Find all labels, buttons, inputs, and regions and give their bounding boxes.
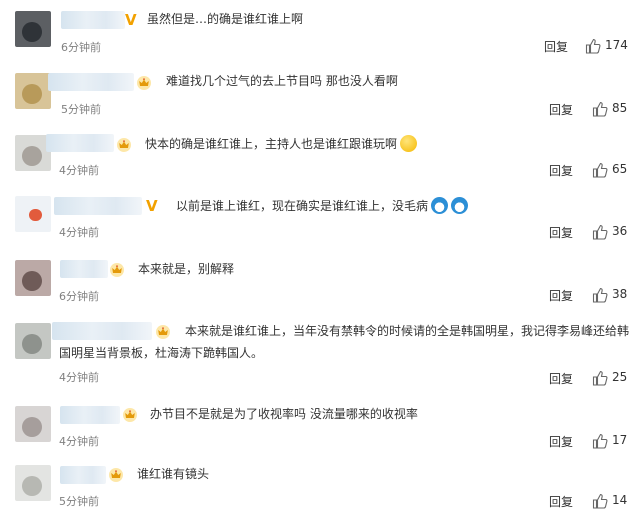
thumbs-up-icon: [592, 287, 608, 303]
comment-text-line2: 国明星当背景板，杜海涛下跪韩国人。: [59, 346, 264, 360]
comment-item: 快本的确是谁红谁上，主持人也是谁红跟谁玩啊 4分钟前 回复 65: [0, 124, 638, 186]
comment-time: 4分钟前: [59, 435, 99, 448]
comment-text: 难道找几个过气的去上节目吗 那也没人看啊: [166, 74, 398, 88]
like-count: 36: [612, 224, 628, 238]
thumbs-up-icon: [592, 433, 608, 449]
reply-button[interactable]: 回复: [549, 370, 573, 387]
like-count: 174: [605, 38, 628, 52]
comment-item: V 虽然但是…的确是谁红谁上啊 6分钟前 回复 174: [0, 0, 638, 62]
like-count: 25: [612, 370, 628, 384]
crown-icon: [137, 76, 151, 90]
comment-time: 4分钟前: [59, 164, 99, 177]
comment-text: 虽然但是…的确是谁红谁上啊: [147, 12, 304, 26]
like-button[interactable]: 174: [585, 38, 635, 54]
like-button[interactable]: 25: [592, 370, 636, 386]
like-button[interactable]: 17: [592, 433, 636, 449]
comment-time: 6分钟前: [59, 290, 99, 303]
thumbs-up-icon: [585, 38, 601, 54]
crown-icon: [156, 325, 170, 339]
like-button[interactable]: 38: [592, 287, 636, 303]
comment-text: 快本的确是谁红谁上，主持人也是谁红跟谁玩啊: [145, 134, 418, 155]
username[interactable]: [60, 406, 120, 424]
comment-time: 5分钟前: [61, 103, 101, 116]
like-button[interactable]: 85: [592, 101, 636, 117]
comment-item: 谁红谁有镜头 5分钟前 回复 14: [0, 458, 638, 518]
comment-time: 4分钟前: [59, 226, 99, 239]
v-icon: V: [125, 11, 137, 29]
comment-item: V 以前是谁上谁红，现在确实是谁红谁上，没毛病 4分钟前 回复 36: [0, 186, 638, 250]
comment-item: 本来就是谁红谁上，当年没有禁韩令的时候请的全是韩国明星，我记得李易峰还给韩 国明…: [0, 312, 638, 398]
username[interactable]: [60, 466, 106, 484]
comment-time: 5分钟前: [59, 495, 99, 508]
comment-item: 本来就是，别解释 6分钟前 回复 38: [0, 250, 638, 312]
avatar[interactable]: [15, 465, 51, 501]
reply-button[interactable]: 回复: [549, 433, 573, 450]
username[interactable]: [60, 260, 108, 278]
crown-icon: [123, 408, 137, 422]
avatar[interactable]: [15, 406, 51, 442]
crown-icon: [109, 468, 123, 482]
like-count: 65: [612, 162, 628, 176]
like-count: 85: [612, 101, 628, 115]
reply-button[interactable]: 回复: [549, 287, 573, 304]
like-count: 38: [612, 287, 628, 301]
thumbs-up-icon: [592, 224, 608, 240]
comment-text: 谁红谁有镜头: [137, 467, 210, 481]
reply-button[interactable]: 回复: [549, 493, 573, 510]
comment-text: 本来就是，别解释: [138, 262, 235, 276]
username[interactable]: [52, 322, 152, 340]
crown-icon: [110, 263, 124, 277]
username[interactable]: [48, 73, 134, 91]
comment-text: 以前是谁上谁红，现在确实是谁红谁上，没毛病: [176, 196, 469, 217]
thumbs-up-icon: [592, 493, 608, 509]
username[interactable]: [46, 134, 114, 152]
reply-button[interactable]: 回复: [549, 224, 573, 241]
comment-text-content: 快本的确是谁红谁上，主持人也是谁红跟谁玩啊: [145, 137, 398, 151]
doraemon-emoji-icon: [451, 197, 469, 214]
username[interactable]: [54, 197, 142, 215]
comment-time: 6分钟前: [61, 41, 101, 54]
avatar[interactable]: [15, 11, 51, 47]
avatar[interactable]: [15, 323, 51, 359]
smile-emoji-icon: [400, 135, 418, 152]
thumbs-up-icon: [592, 101, 608, 117]
reply-button[interactable]: 回复: [549, 162, 573, 179]
thumbs-up-icon: [592, 370, 608, 386]
like-button[interactable]: 14: [592, 493, 636, 509]
avatar[interactable]: [15, 73, 51, 109]
comment-text: 本来就是谁红谁上，当年没有禁韩令的时候请的全是韩国明星，我记得李易峰还给韩: [185, 324, 630, 338]
thumbs-up-icon: [592, 162, 608, 178]
reply-button[interactable]: 回复: [544, 38, 568, 55]
reply-button[interactable]: 回复: [549, 101, 573, 118]
like-count: 17: [612, 433, 628, 447]
v-icon: V: [146, 197, 158, 215]
comment-text: 办节目不是就是为了收视率吗 没流量哪来的收视率: [150, 407, 418, 421]
like-button[interactable]: 36: [592, 224, 636, 240]
username[interactable]: [61, 11, 125, 29]
avatar[interactable]: [15, 196, 51, 232]
like-button[interactable]: 65: [592, 162, 636, 178]
comment-item: 难道找几个过气的去上节目吗 那也没人看啊 5分钟前 回复 85: [0, 62, 638, 124]
crown-icon: [117, 138, 131, 152]
comment-time: 4分钟前: [59, 371, 99, 384]
comment-text-content: 以前是谁上谁红，现在确实是谁红谁上，没毛病: [176, 199, 429, 213]
comment-item: 办节目不是就是为了收视率吗 没流量哪来的收视率 4分钟前 回复 17: [0, 398, 638, 458]
doraemon-emoji-icon: [431, 197, 449, 214]
like-count: 14: [612, 493, 628, 507]
avatar[interactable]: [15, 260, 51, 296]
